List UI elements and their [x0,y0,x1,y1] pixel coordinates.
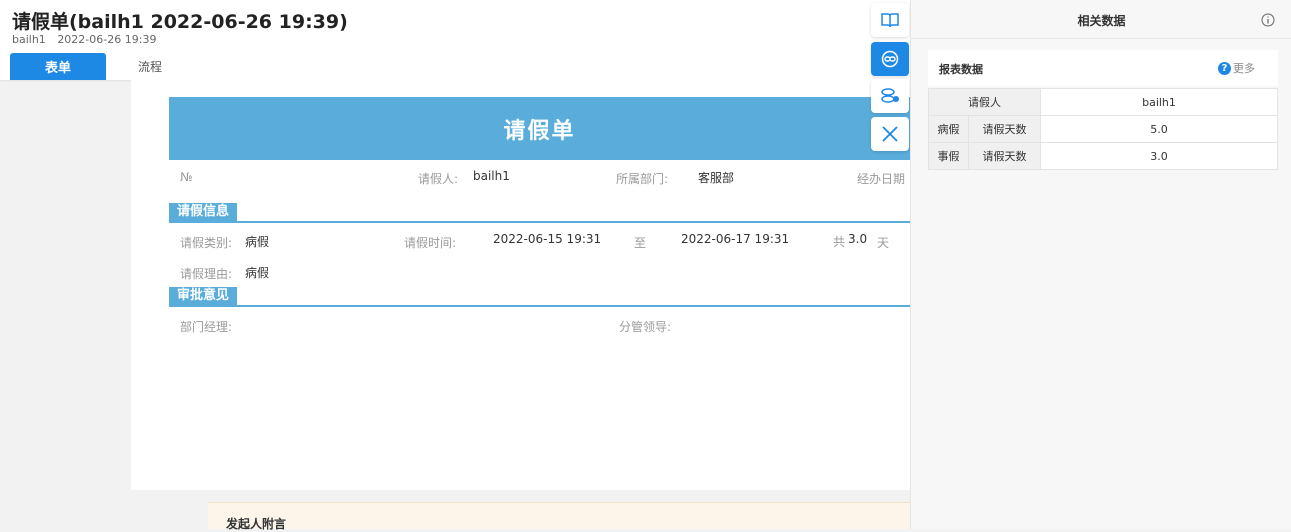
leave-total-unit: 天 [877,236,890,250]
link-icon [881,50,899,68]
department-label: 所属部门: [616,172,669,186]
approval-section: 审批意见 [169,287,910,307]
page-title: 请假单(bailh1 2022-06-26 19:39) [12,11,348,33]
leave-total-prefix: 共 [833,235,846,249]
tab-flow[interactable]: 流程 [138,58,162,75]
creator-name: bailh1 [12,33,46,46]
table-row: 病假 请假天数 5.0 [928,115,1278,143]
page-subtitle: bailh1 2022-06-26 19:39 [12,33,156,46]
form-title-banner: 请假单 [169,97,910,160]
leave-info-section: 请假信息 [169,203,910,223]
people-link-icon [881,88,899,103]
panel-divider [911,38,1291,39]
leave-reason-value: 病假 [245,266,270,280]
leave-type-label: 请假类别: [180,236,233,250]
value-cell: 3.0 [1040,142,1278,170]
leave-type-value: 病假 [245,235,270,249]
applicant-value-cell: bailh1 [1040,88,1278,116]
more-label: 更多 [1233,62,1255,75]
department-value: 客服部 [698,171,735,185]
more-link[interactable]: ? 更多 [1218,60,1255,76]
report-data-title: 报表数据 [939,63,983,76]
tab-form[interactable]: 表单 [10,53,106,80]
created-time: 2022-06-26 19:39 [57,33,157,46]
leave-to-label: 至 [634,236,647,250]
leave-type-cell: 病假 [928,115,969,143]
info-button[interactable] [1261,12,1275,31]
metric-cell: 请假天数 [968,115,1041,143]
close-button[interactable] [871,117,909,151]
leave-type-cell: 事假 [928,142,969,170]
leave-time-label: 请假时间: [404,236,457,250]
info-icon [1261,13,1275,27]
panel-title: 相关数据 [1077,14,1126,28]
related-data-button[interactable] [871,42,909,76]
leave-info-title: 请假信息 [169,203,238,221]
report-table: 请假人 bailh1 病假 请假天数 5.0 事假 请假天数 3.0 [928,88,1278,170]
page-header: 请假单(bailh1 2022-06-26 19:39) bailh1 2022… [0,0,910,80]
help-icon: ? [1218,61,1231,75]
handling-date-label: 经办日期 [857,172,906,186]
leave-end-time: 2022-06-17 19:31 [681,232,790,246]
related-data-panel: 相关数据 报表数据 ? 更多 请假人 bailh1 病假 请假天数 5.0 事假… [910,0,1291,529]
supervisor-label: 分管领导: [619,320,672,334]
metric-cell: 请假天数 [968,142,1041,170]
table-row: 请假人 bailh1 [928,88,1278,116]
value-cell: 5.0 [1040,115,1278,143]
initiator-note-title: 发起人附言 [226,517,287,531]
book-icon [881,13,899,28]
approval-title: 审批意见 [169,287,238,305]
book-button[interactable] [871,3,909,37]
leave-start-time: 2022-06-15 19:31 [493,232,602,246]
initiator-note-section: 发起人附言 [208,502,910,531]
leave-total-value: 3.0 [848,232,868,246]
close-icon [882,126,898,142]
report-data-header: 报表数据 ? 更多 [928,50,1278,86]
share-button[interactable] [871,79,909,113]
form-number-label: № [180,170,193,184]
applicant-label: 请假人: [418,172,459,186]
applicant-header-cell: 请假人 [928,88,1041,116]
leave-reason-label: 请假理由: [180,267,233,281]
applicant-value: bailh1 [473,169,510,183]
table-row: 事假 请假天数 3.0 [928,142,1278,170]
dept-manager-label: 部门经理: [180,320,233,334]
